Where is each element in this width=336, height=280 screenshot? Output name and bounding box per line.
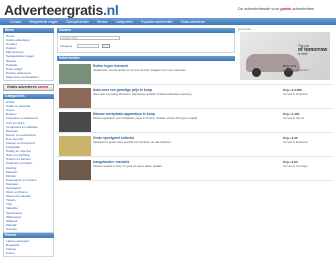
sidebar-category-list: Antiek Audio en televisie Auto's Boeken … (3, 99, 54, 234)
listing-thumbnail[interactable] (59, 160, 91, 180)
listing-description: Nette auto met weinig kilometers, altijd… (93, 93, 193, 96)
sidebar-menu-list: Home Gratis adverteren Contact Zoeken Mi… (3, 33, 54, 82)
listing-item[interactable]: Grote speelgoed collectie Speelgoed in g… (57, 133, 333, 157)
listing-description: Diverse meubels te koop, zo goed als nie… (93, 165, 163, 168)
listing-title[interactable]: Ruilen tegen tuinwerk (93, 64, 128, 68)
topnav-link[interactable]: Categorieën (116, 20, 133, 24)
listing-item[interactable]: Auto voor een gunstige prijs te koop Net… (57, 85, 333, 109)
listing-thumbnail[interactable] (59, 64, 91, 84)
listing-location: Gemeente Groningen (283, 165, 308, 168)
listing-location: Gemeente Utrecht (283, 117, 305, 120)
category-link[interactable]: Overige (6, 227, 51, 231)
sidebar: Menu Home Gratis adverteren Contact Zoek… (3, 28, 54, 258)
listing-title[interactable]: Nieuwe werkplaats apparatuur te koop (93, 112, 155, 116)
listing-price: Prijs: € 450 (283, 112, 300, 116)
recent-link[interactable]: Auto's (6, 251, 51, 255)
listing-description: Speelgoed in goede staat, geschikt voor … (93, 141, 172, 144)
listing-description: Aangeboden: diverse spullen in ruil voor… (93, 69, 187, 72)
listing-thumbnail[interactable] (59, 88, 91, 108)
search-button[interactable] (102, 44, 110, 48)
topnav-link[interactable]: Veelgestelde vragen (29, 20, 58, 24)
search-input[interactable]: Zoeken naar (60, 36, 120, 40)
sidebar-link[interactable]: Algemene voorwaarden (6, 75, 51, 79)
listing-item[interactable]: Aangeboden: meubels Diverse meubels te k… (57, 157, 333, 181)
listing-location: Gemeente Rotterdam (283, 93, 308, 96)
listing-location: Gemeente Amsterdam (283, 69, 309, 72)
advertisement-caption: advertentie (238, 28, 251, 31)
topnav-link[interactable]: Gratis adverteren (181, 20, 206, 24)
topnav-link[interactable]: Nieuwe (97, 20, 108, 24)
listing-thumbnail[interactable] (59, 112, 91, 132)
post-ad-button[interactable]: Gratis adverteren GRATIS (3, 84, 54, 92)
listing-title[interactable]: Aangeboden: meubels (93, 160, 129, 164)
category-label: Categorie (60, 44, 73, 48)
sidebar-recent-list: Laptop verkopen Reparatie Fietsen Auto's (3, 238, 54, 258)
topnav-link[interactable]: Zoekopdrachten (66, 20, 89, 24)
listing-price: Prijs: € 80 (283, 160, 298, 164)
listing-price: Prijs: € 3.950 (283, 88, 302, 92)
site-logo[interactable]: Adverteergratis.nl (4, 2, 119, 18)
category-select[interactable] (77, 44, 99, 48)
listing-description: Diverse apparatuur voor werkplaats, nieu… (93, 117, 198, 120)
listing-price: Prijs: € 0 (283, 64, 296, 68)
listing-location: Gemeente Eindhoven (283, 141, 309, 144)
topnav-link[interactable]: Contact (10, 20, 21, 24)
listing-title[interactable]: Auto voor een gunstige prijs te koop (93, 88, 152, 92)
listing-item[interactable]: Nieuwe werkplaats apparatuur te koop Div… (57, 109, 333, 133)
topnav-link[interactable]: Populaire advertenties (141, 20, 173, 24)
search-panel: Zoeken Zoeken naar Categorie (57, 28, 235, 53)
listing-item[interactable]: Ruilen tegen tuinwerk Aangeboden: divers… (57, 61, 333, 85)
top-navigation: Contact Veelgestelde vragen Zoekopdracht… (0, 18, 336, 25)
site-tagline: De advertentiesite voor gratis advertent… (238, 6, 315, 11)
listing-title[interactable]: Grote speelgoed collectie (93, 136, 134, 140)
listing-thumbnail[interactable] (59, 136, 91, 156)
listing-price: Prijs: € 25 (283, 136, 298, 140)
listings-panel: Advertenties Ruilen tegen tuinwerk Aange… (57, 56, 333, 181)
